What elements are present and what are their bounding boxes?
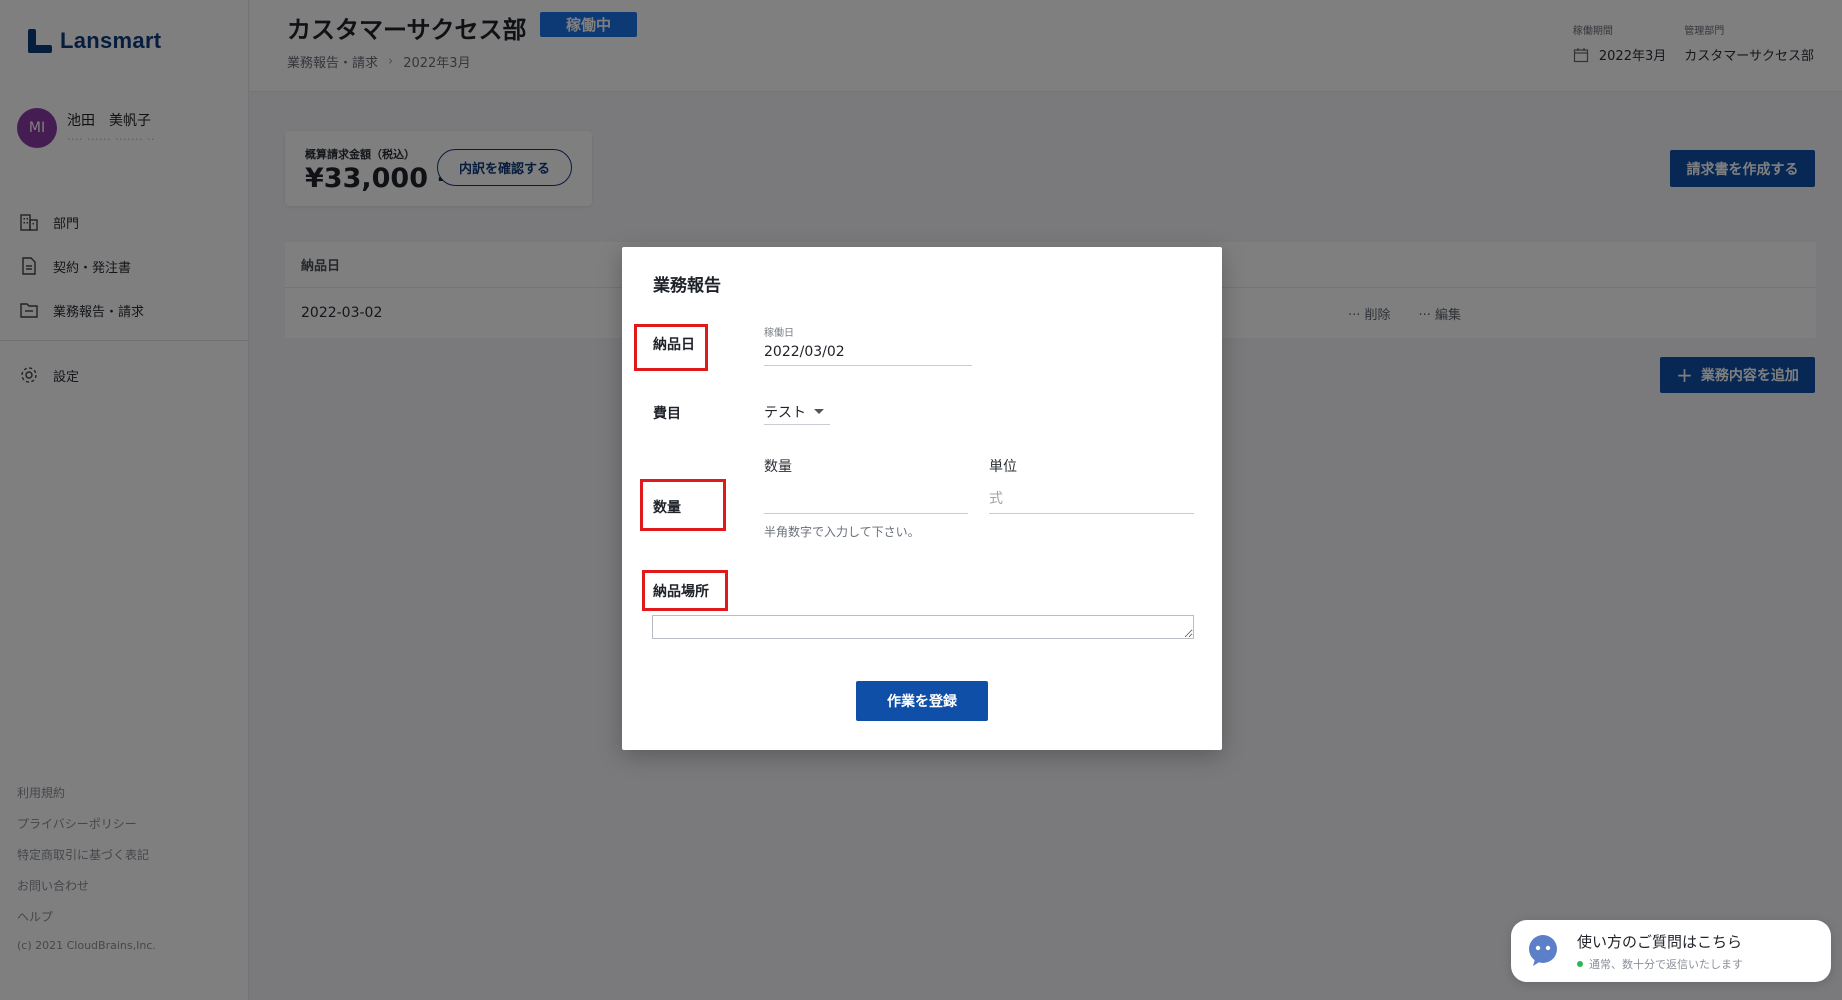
unit-field-label: 単位 (989, 459, 1017, 475)
work-report-dialog: 業務報告 納品日 稼働日 費目 テスト 数量 数量 単位 半角数字で入力して下さ… (622, 247, 1222, 750)
expense-value: テスト (764, 404, 806, 421)
caret-down-icon (814, 409, 824, 414)
quantity-label: 数量 (653, 500, 681, 516)
quantity-field-label: 数量 (764, 459, 792, 475)
expense-select[interactable]: テスト (764, 399, 830, 425)
online-status-icon (1577, 960, 1583, 967)
chat-title: 使い方のご質問はこちら (1577, 932, 1743, 951)
quantity-input[interactable] (764, 484, 968, 514)
unit-input[interactable] (989, 484, 1194, 514)
chat-bot-icon (1529, 935, 1557, 966)
quantity-helper-text: 半角数字で入力して下さい。 (764, 525, 920, 539)
delivery-date-input[interactable] (764, 338, 972, 366)
expense-label: 費目 (653, 406, 681, 422)
date-field-label: 稼働日 (764, 328, 794, 339)
dialog-title: 業務報告 (653, 276, 721, 296)
support-chat-widget[interactable]: 使い方のご質問はこちら 通常、数十分で返信いたします (1511, 920, 1831, 982)
delivery-date-label: 納品日 (653, 337, 695, 353)
delivery-place-label: 納品場所 (653, 584, 709, 600)
chat-subtitle: 通常、数十分で返信いたします (1589, 957, 1743, 971)
delivery-place-input[interactable] (652, 615, 1194, 639)
register-work-button[interactable]: 作業を登録 (856, 681, 988, 721)
